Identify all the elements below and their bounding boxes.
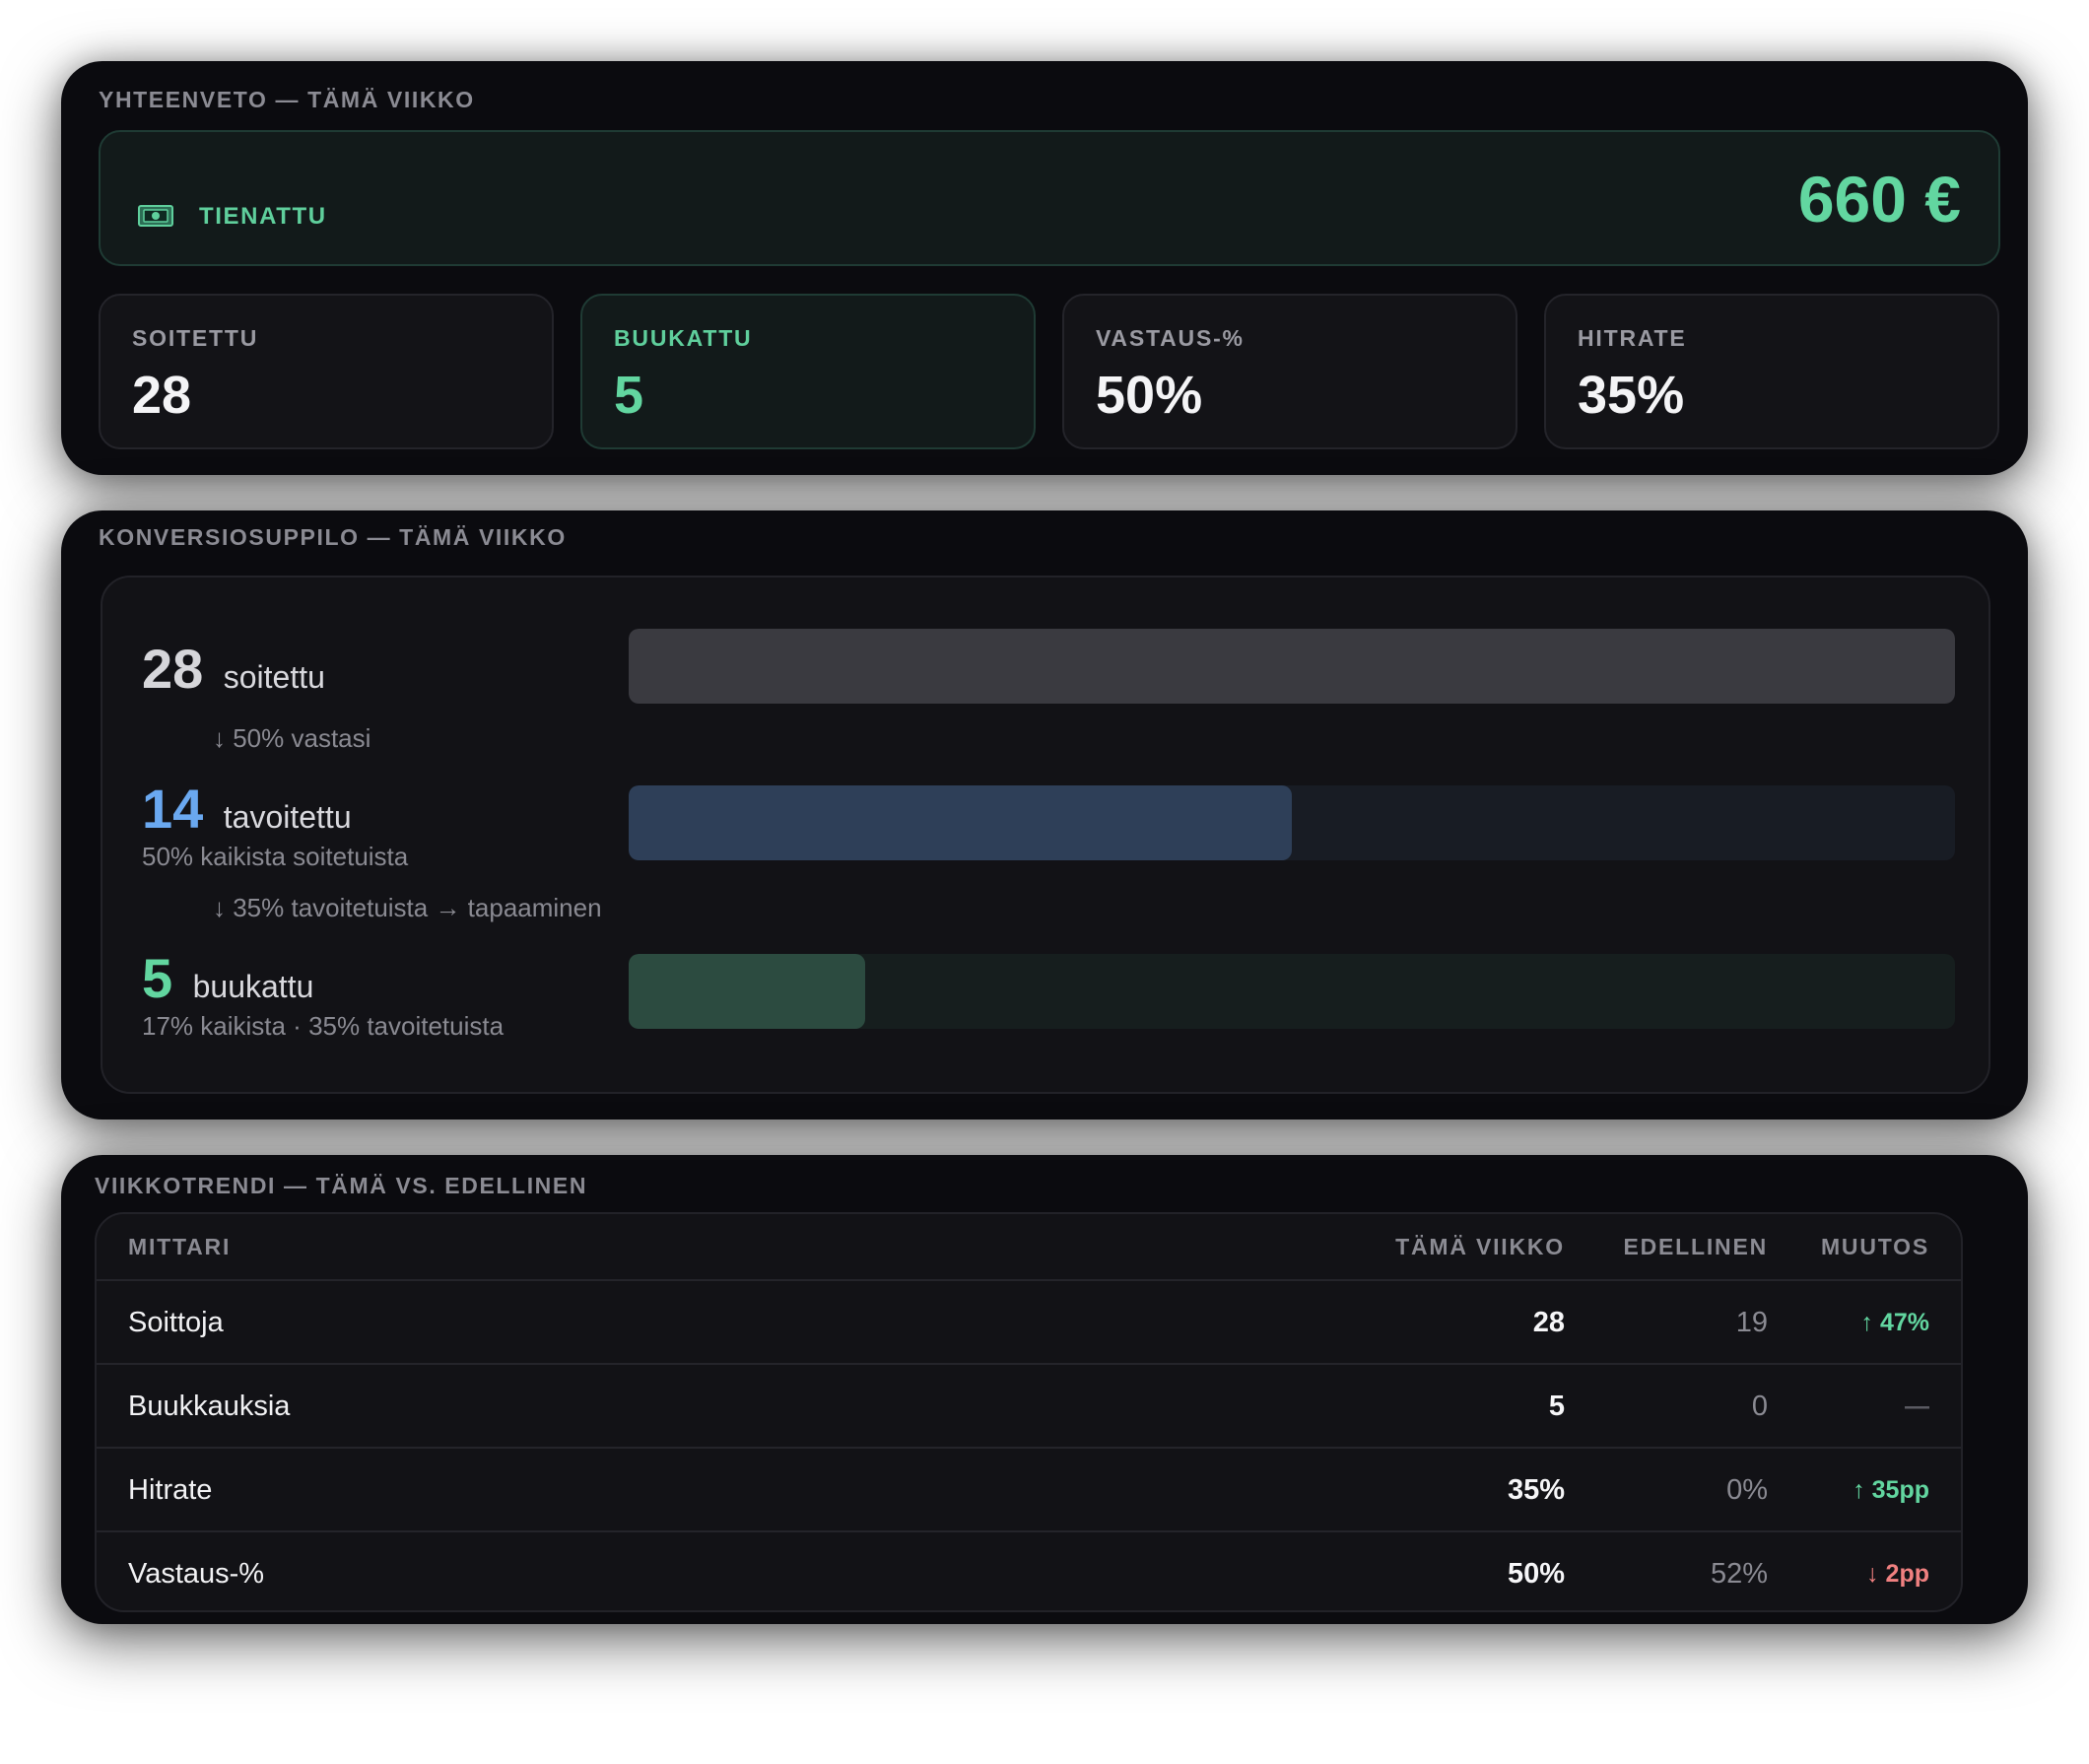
header-previous: EDELLINEN: [1623, 1233, 1768, 1259]
stat-value: 35%: [1578, 366, 1685, 425]
metric-name: Vastaus-%: [128, 1557, 265, 1590]
funnel-bar-reached: [629, 785, 1292, 860]
stat-value: 28: [132, 366, 192, 425]
this-week-value: 35%: [1507, 1473, 1565, 1506]
earned-card: TIENATTU 660 €: [99, 130, 2000, 266]
stage-word: tavoitettu: [223, 799, 352, 835]
header-metric: MITTARI: [128, 1233, 232, 1259]
funnel-bar-track: [629, 954, 1955, 1029]
trend-panel: VIIKKOTRENDI — TÄMÄ VS. EDELLINEN MITTAR…: [61, 1155, 2028, 1624]
previous-value: 0: [1751, 1390, 1768, 1422]
this-week-value: 5: [1548, 1390, 1565, 1422]
table-row: Vastaus-% 50% 52% ↓ 2pp: [97, 1530, 1961, 1610]
stage-word: soitettu: [223, 659, 325, 695]
earned-label: TIENATTU: [199, 203, 327, 230]
trend-table: MITTARI TÄMÄ VIIKKO EDELLINEN MUUTOS Soi…: [95, 1212, 1963, 1612]
funnel-bar-track: [629, 785, 1955, 860]
table-row: Hitrate 35% 0% ↑ 35pp: [97, 1447, 1961, 1531]
stat-label: BUUKATTU: [614, 325, 753, 351]
trend-title: VIIKKOTRENDI — TÄMÄ VS. EDELLINEN: [95, 1173, 588, 1198]
stage-number: 28: [142, 638, 204, 700]
funnel-box: 28 soitettu ↓ 50% vastasi 14 tavoitettu …: [101, 576, 1990, 1094]
change-value: ↑ 35pp: [1853, 1475, 1929, 1504]
this-week-value: 28: [1532, 1306, 1565, 1338]
change-value: ↑ 47%: [1860, 1308, 1929, 1336]
stage-subtext: 50% kaikista soitetuista: [142, 842, 409, 871]
funnel-bar-track: [629, 629, 1955, 704]
funnel-stage-called: 28 soitettu: [142, 637, 325, 701]
funnel-bar-called: [629, 629, 1955, 704]
this-week-value: 50%: [1507, 1557, 1565, 1590]
stage-subtext: 17% kaikista · 35% tavoitetuista: [142, 1011, 505, 1041]
earned-value: 660 €: [1797, 163, 1961, 236]
stat-card-called: SOITETTU 28: [99, 294, 554, 449]
table-row: Buukkauksia 5 0 —: [97, 1363, 1961, 1448]
table-row: Soittoja 28 19 ↑ 47%: [97, 1279, 1961, 1364]
funnel-step-meeting: ↓ 35% tavoitetuista → tapaaminen: [213, 893, 602, 922]
funnel-bar-booked: [629, 954, 866, 1029]
funnel-stage-reached: 14 tavoitettu: [142, 777, 352, 841]
change-value: ↓ 2pp: [1866, 1559, 1929, 1588]
stat-label: SOITETTU: [132, 325, 259, 351]
stat-card-answer-rate: VASTAUS-% 50%: [1062, 294, 1517, 449]
summary-panel: YHTEENVETO — TÄMÄ VIIKKO TIENATTU 660 € …: [61, 61, 2028, 475]
stat-card-booked: BUUKATTU 5: [580, 294, 1036, 449]
summary-title: YHTEENVETO — TÄMÄ VIIKKO: [99, 87, 475, 112]
stat-value: 50%: [1096, 366, 1203, 425]
money-icon: [138, 205, 173, 227]
table-header-row: MITTARI TÄMÄ VIIKKO EDELLINEN MUUTOS: [97, 1214, 1961, 1279]
metric-name: Soittoja: [128, 1306, 224, 1338]
previous-value: 0%: [1726, 1473, 1768, 1506]
stat-label: HITRATE: [1578, 325, 1687, 351]
stat-label: VASTAUS-%: [1096, 325, 1245, 351]
previous-value: 52%: [1710, 1557, 1768, 1590]
funnel-title: KONVERSIOSUPPILO — TÄMÄ VIIKKO: [99, 524, 567, 550]
stat-value: 5: [614, 366, 644, 425]
funnel-stage-booked: 5 buukattu: [142, 946, 313, 1010]
header-change: MUUTOS: [1820, 1233, 1929, 1259]
stat-card-hitrate: HITRATE 35%: [1544, 294, 1999, 449]
previous-value: 19: [1735, 1306, 1768, 1338]
funnel-step-answered: ↓ 50% vastasi: [213, 723, 371, 753]
stage-number: 14: [142, 778, 204, 840]
metric-name: Buukkauksia: [128, 1390, 291, 1422]
change-value: —: [1905, 1391, 1929, 1420]
header-this-week: TÄMÄ VIIKKO: [1395, 1233, 1565, 1259]
funnel-panel: KONVERSIOSUPPILO — TÄMÄ VIIKKO 28 soitet…: [61, 510, 2028, 1119]
stage-word: buukattu: [192, 969, 314, 1004]
metric-name: Hitrate: [128, 1473, 213, 1506]
stage-number: 5: [142, 947, 173, 1009]
